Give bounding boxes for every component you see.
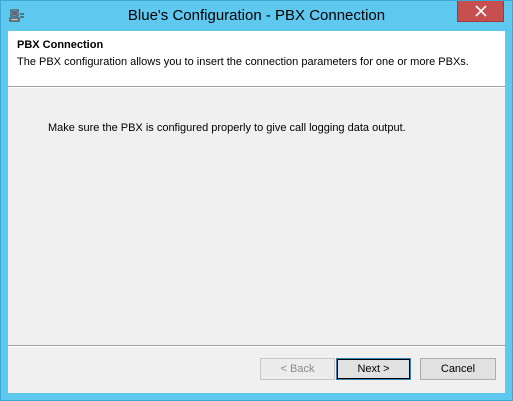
header-description: The PBX configuration allows you to inse… <box>17 56 469 68</box>
wizard-window: Blue's Configuration - PBX Connection PB… <box>0 0 513 401</box>
dialog-client-area: PBX Connection The PBX configuration all… <box>8 31 505 393</box>
header-title: PBX Connection <box>17 39 104 51</box>
footer-divider <box>8 345 505 347</box>
cancel-button[interactable]: Cancel <box>420 358 496 380</box>
back-button[interactable]: < Back <box>260 358 335 380</box>
instruction-text: Make sure the PBX is configured properly… <box>48 122 406 134</box>
title-bar[interactable]: Blue's Configuration - PBX Connection <box>1 1 512 31</box>
window-title: Blue's Configuration - PBX Connection <box>127 7 386 24</box>
next-button[interactable]: Next > <box>336 358 411 380</box>
wizard-header: PBX Connection The PBX configuration all… <box>8 31 505 86</box>
header-divider <box>8 86 505 88</box>
close-button[interactable] <box>457 1 504 22</box>
